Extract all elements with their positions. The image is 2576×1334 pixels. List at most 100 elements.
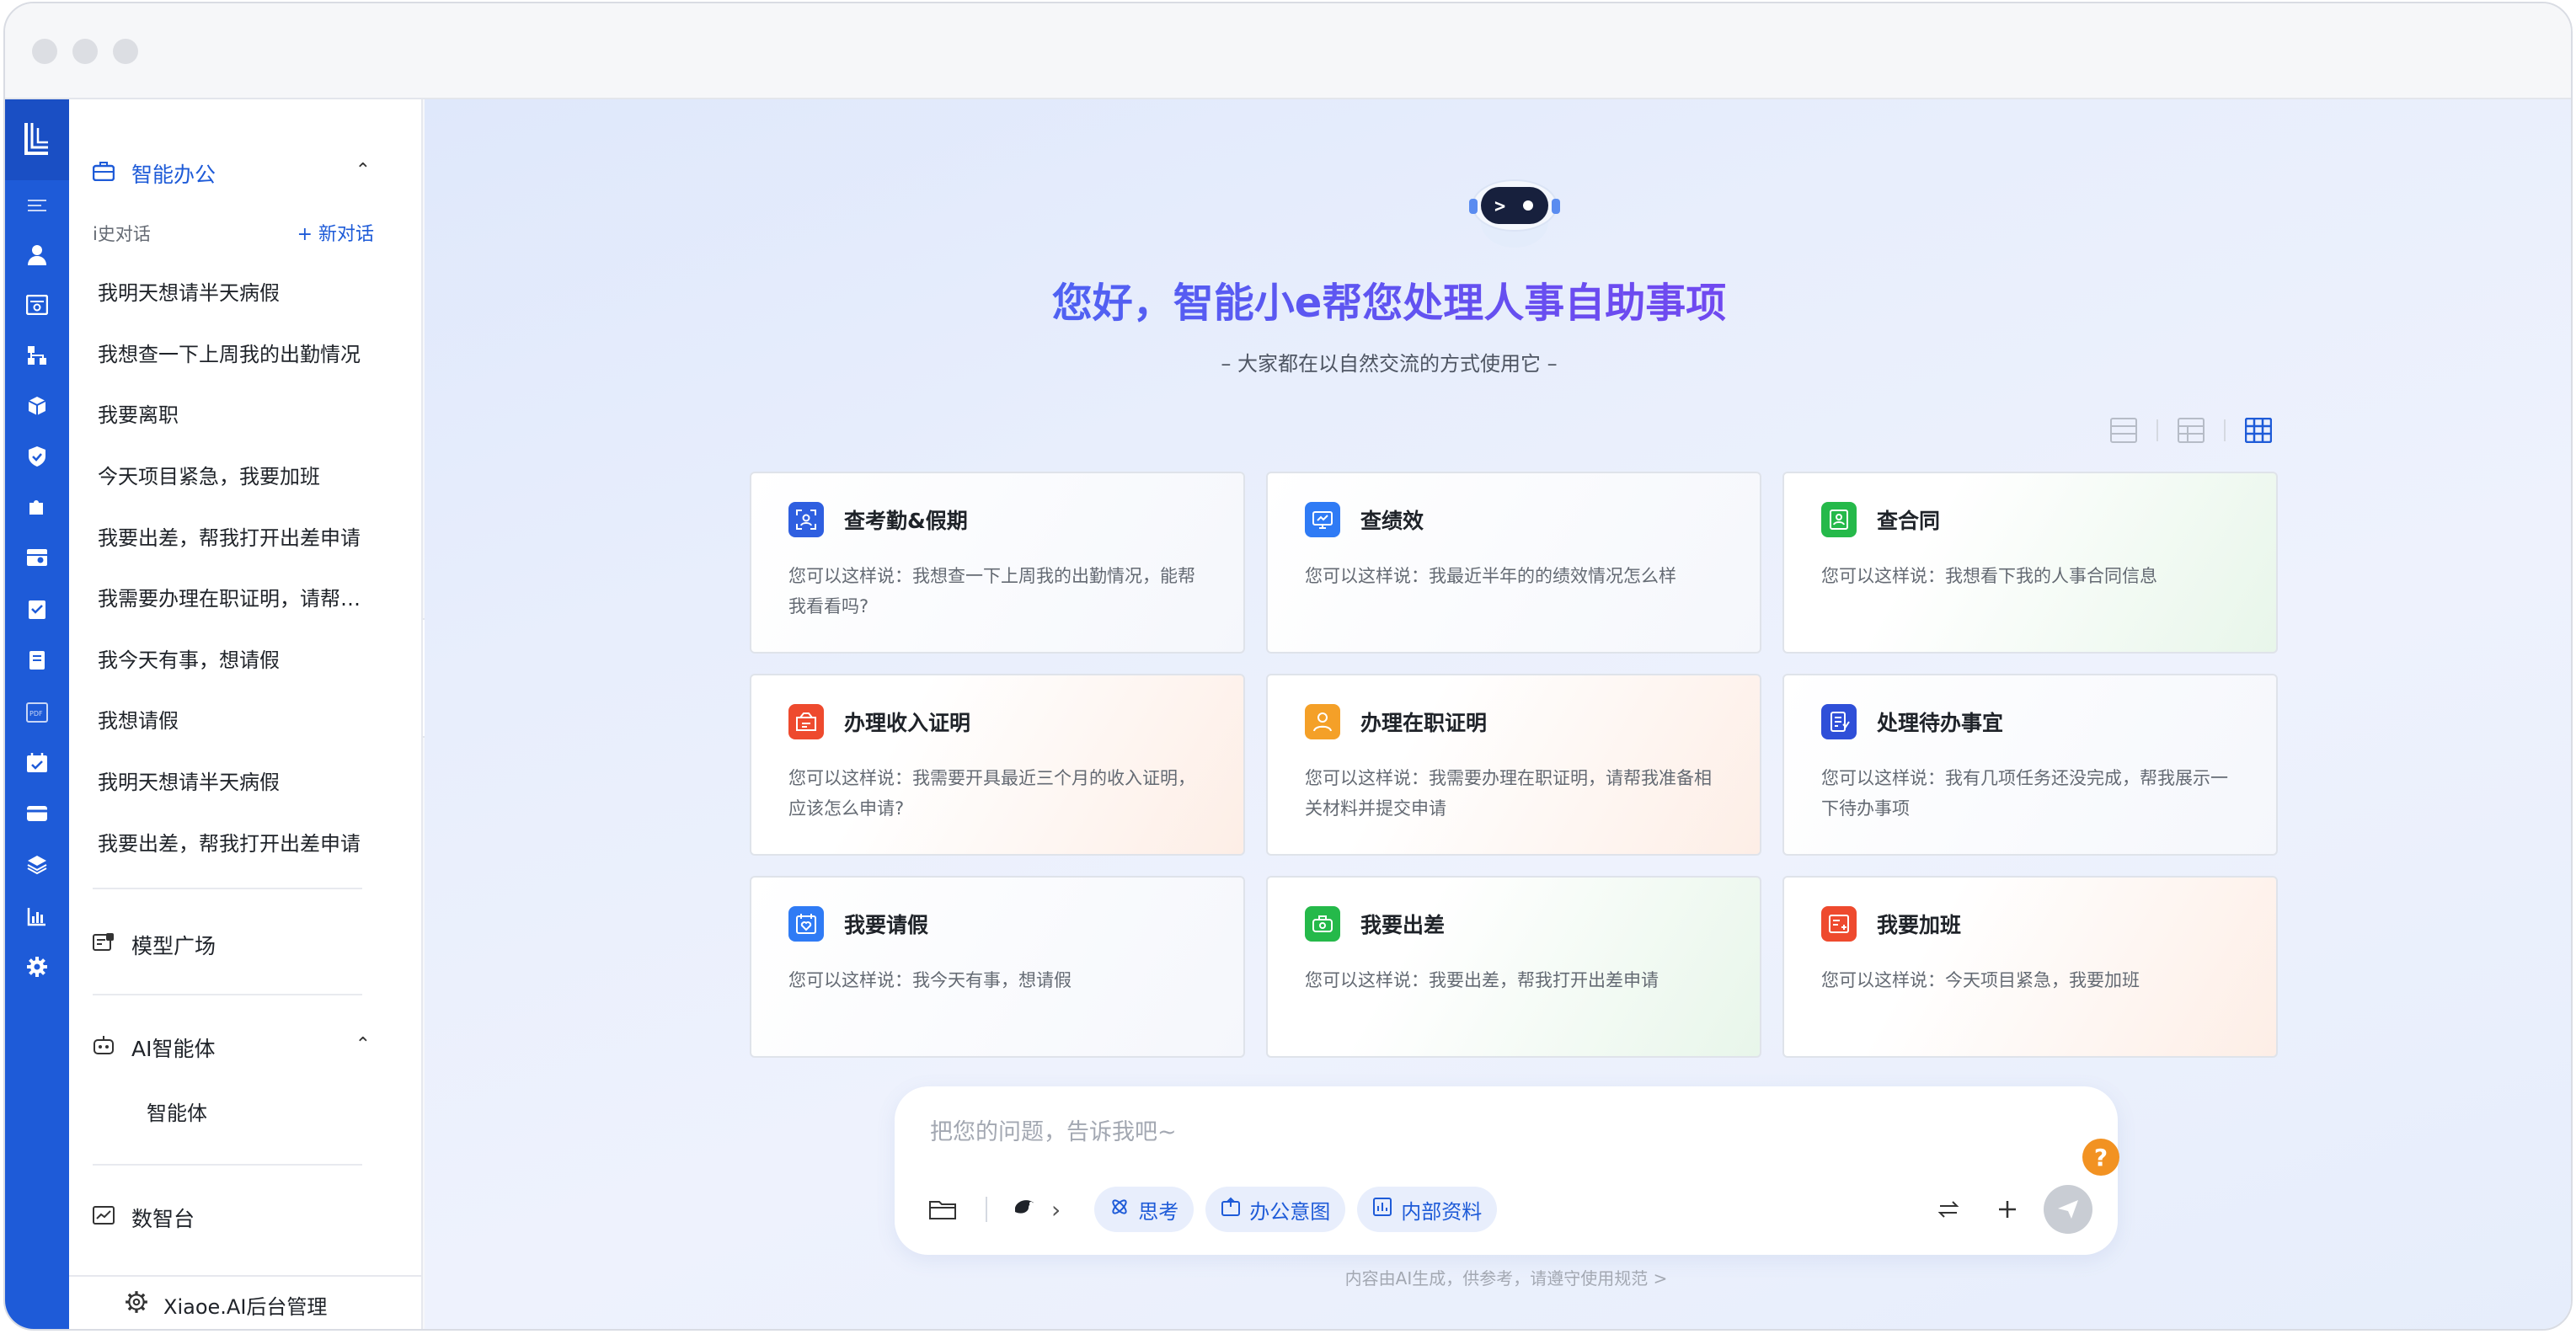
folder-icon[interactable]	[920, 1187, 965, 1232]
card-title: 办理收入证明	[844, 711, 971, 735]
help-button[interactable]: ?	[2082, 1139, 2119, 1176]
skill-card-todo[interactable]: 处理待办事宜 您可以这样说：我有几项任务还没完成，帮我展示一下待办事项	[1782, 674, 2278, 856]
card-title: 我要加班	[1877, 913, 1962, 937]
card-description: 您可以这样说：我想查一下上周我的出勤情况，能帮我看看吗?	[788, 566, 1195, 616]
window-close-button[interactable]	[32, 39, 57, 64]
robot-mascot-icon: >	[1469, 177, 1560, 253]
card-description: 您可以这样说：我需要办理在职证明，请帮我准备相关材料并提交申请	[1305, 768, 1712, 819]
sidebar-divider	[93, 888, 362, 889]
card-title: 办理在职证明	[1360, 711, 1488, 735]
page-subtitle: – 大家都在以自然交流的方式使用它 –	[1221, 352, 1558, 376]
history-item[interactable]: 我今天有事，想请假	[98, 643, 367, 673]
window-minimize-button[interactable]	[72, 39, 98, 64]
grid-view-icon[interactable]	[2244, 416, 2273, 445]
new-chat-button[interactable]: + 新对话	[297, 219, 374, 246]
list-view-icon[interactable]	[2109, 416, 2138, 445]
history-item[interactable]: 我要出差，帮我打开出差申请	[98, 827, 367, 856]
model-plaza-icon	[93, 932, 115, 958]
title-bar	[5, 3, 2571, 99]
card-title: 处理待办事宜	[1877, 711, 2004, 735]
history-item[interactable]: 我想请假	[98, 704, 367, 734]
card-description: 您可以这样说：我需要开具最近三个月的收入证明，应该怎么申请?	[788, 768, 1195, 819]
skill-card-leave[interactable]: 我要请假 您可以这样说：我今天有事，想请假	[750, 876, 1245, 1058]
admin-backend-link[interactable]: Xiaoe.AI后台管理	[69, 1275, 423, 1329]
card-title: 查绩效	[1360, 509, 1424, 533]
window-maximize-button[interactable]	[113, 39, 138, 64]
skill-card-business-trip[interactable]: 我要出差 您可以这样说：我要出差，帮我打开出差申请	[1266, 876, 1761, 1058]
history-item[interactable]: 今天项目紧急，我要加班	[98, 460, 367, 489]
employment-cert-icon	[1305, 704, 1340, 739]
sidebar-section-ai-agent[interactable]: AI智能体	[93, 1033, 215, 1063]
calendar-icon[interactable]	[24, 750, 51, 776]
toggle-separator	[2156, 419, 2158, 441]
layers-icon[interactable]	[24, 851, 51, 878]
chat-input[interactable]: 把您的问题，告诉我吧~	[930, 1113, 1177, 1146]
atom-icon	[1109, 1197, 1130, 1222]
sidebar-item-data-platform[interactable]: 数智台	[93, 1203, 195, 1233]
chevron-up-icon[interactable]: ⌃	[355, 160, 371, 181]
skill-card-performance[interactable]: 查绩效 您可以这样说：我最近半年的的绩效情况怎么样	[1266, 472, 1761, 654]
org-chart-icon[interactable]	[24, 342, 51, 369]
settings-panel-icon[interactable]	[24, 544, 51, 571]
sidebar-item-label: 数智台	[131, 1207, 195, 1231]
chevron-up-icon[interactable]: ⌃	[355, 1034, 371, 1055]
chat-composer: 把您的问题，告诉我吧~ › 思考 办公意图 内部资料	[895, 1086, 2118, 1255]
sidebar-divider	[93, 994, 362, 995]
model-selector[interactable]: ›	[1013, 1187, 1061, 1232]
card-title: 我要出差	[1360, 913, 1446, 937]
skill-card-employment-certificate[interactable]: 办理在职证明 您可以这样说：我需要办理在职证明，请帮我准备相关材料并提交申请	[1266, 674, 1761, 856]
table-view-icon[interactable]	[2177, 416, 2205, 445]
svg-text:>: >	[1494, 196, 1505, 217]
search-doc-icon[interactable]	[24, 291, 51, 318]
card-icon[interactable]	[24, 800, 51, 827]
upload-board-icon	[1221, 1197, 1241, 1222]
history-item[interactable]: 我明天想请半天病假	[98, 766, 367, 795]
app-logo-icon[interactable]	[5, 99, 69, 180]
toolbar-separator	[986, 1197, 987, 1222]
sidebar-section-smart-office[interactable]: 智能办公	[92, 158, 216, 189]
pdf-icon[interactable]: PDF	[24, 699, 51, 726]
history-item[interactable]: 我明天想请半天病假	[98, 276, 367, 306]
skill-card-attendance[interactable]: 查考勤&假期 您可以这样说：我想查一下上周我的出勤情况，能帮我看看吗?	[750, 472, 1245, 654]
history-label: i史对话	[93, 224, 151, 244]
skill-card-income-certificate[interactable]: 办理收入证明 您可以这样说：我需要开具最近三个月的收入证明，应该怎么申请?	[750, 674, 1245, 856]
card-title: 查合同	[1877, 509, 1941, 533]
card-title: 我要请假	[844, 913, 929, 937]
sidebar-subitem-agent[interactable]: 智能体	[147, 1097, 416, 1126]
contract-icon	[1821, 502, 1857, 537]
page-title: 您好，智能小e帮您处理人事自助事项	[425, 269, 2354, 328]
ai-disclaimer[interactable]: 内容由AI生成，供参考，请遵守使用规范 >	[895, 1265, 2118, 1289]
office-intent-toggle[interactable]: 办公意图	[1205, 1187, 1346, 1232]
user-icon[interactable]	[24, 241, 51, 268]
bar-chart-icon[interactable]	[24, 903, 51, 930]
history-item[interactable]: 我想查一下上周我的出勤情况	[98, 338, 367, 367]
puzzle-icon[interactable]	[24, 494, 51, 520]
gear-icon[interactable]	[24, 953, 51, 980]
card-title: 查考勤&假期	[844, 509, 968, 533]
swap-icon[interactable]	[1926, 1187, 1971, 1232]
performance-icon	[1305, 502, 1340, 537]
card-description: 您可以这样说：我要出差，帮我打开出差申请	[1305, 970, 1659, 990]
card-description: 您可以这样说：今天项目紧急，我要加班	[1821, 970, 2140, 990]
shield-check-icon[interactable]	[24, 443, 51, 470]
task-check-icon[interactable]	[24, 596, 51, 623]
overtime-icon	[1821, 906, 1857, 942]
main-panel: > 您好，智能小e帮您处理人事自助事项 – 大家都在以自然交流的方式使用它 – …	[425, 99, 2571, 1329]
history-item[interactable]: 我要出差，帮我打开出差申请	[98, 521, 367, 551]
sidebar-item-model-plaza[interactable]: 模型广场	[93, 930, 216, 960]
history-item[interactable]: 我要离职	[98, 398, 367, 428]
view-toggle-group	[2109, 416, 2273, 445]
think-toggle[interactable]: 思考	[1094, 1187, 1194, 1232]
menu-toggle-icon[interactable]	[24, 192, 51, 219]
plus-icon[interactable]	[1985, 1187, 2030, 1232]
internal-docs-toggle[interactable]: 内部资料	[1357, 1187, 1498, 1232]
robot-icon	[93, 1035, 115, 1060]
skill-card-contract[interactable]: 查合同 您可以这样说：我想看下我的人事合同信息	[1782, 472, 2278, 654]
cube-icon[interactable]	[24, 392, 51, 419]
sidebar-divider	[93, 1164, 362, 1166]
skill-card-overtime[interactable]: 我要加班 您可以这样说：今天项目紧急，我要加班	[1782, 876, 2278, 1058]
book-icon[interactable]	[24, 647, 51, 674]
send-button[interactable]	[2044, 1185, 2092, 1234]
history-item[interactable]: 我需要办理在职证明，请帮我准备相关材料	[98, 582, 367, 611]
svg-text:PDF: PDF	[29, 710, 43, 718]
